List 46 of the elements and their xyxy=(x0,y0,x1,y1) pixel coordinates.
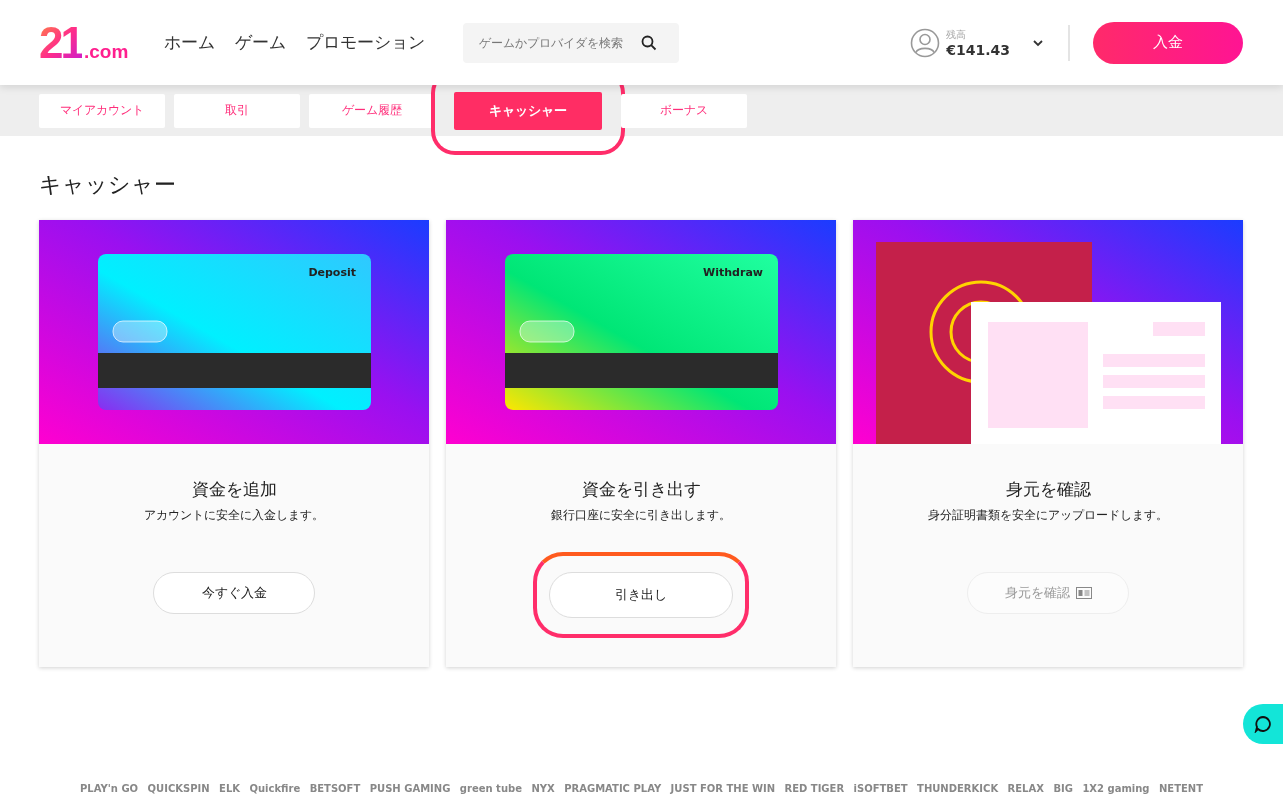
provider-logo[interactable]: BETSOFT xyxy=(309,783,361,794)
user-icon[interactable] xyxy=(910,27,941,58)
provider-logo[interactable]: NETENT xyxy=(1158,783,1203,794)
tab[interactable]: キャッシャー xyxy=(454,91,602,130)
tab[interactable]: ボーナス xyxy=(621,93,747,128)
page-title: キャッシャー xyxy=(39,171,177,199)
card-label: Deposit xyxy=(308,266,356,279)
card-description: 身分証明書類を安全にアップロードします。 xyxy=(928,507,1168,524)
card-title: 資金を追加 xyxy=(191,478,277,501)
tab[interactable]: 取引 xyxy=(174,93,300,128)
site-logo[interactable]: 21.com xyxy=(39,17,129,68)
provider-logo[interactable]: 1X2 gaming xyxy=(1082,783,1150,794)
provider-logo[interactable]: NYX xyxy=(531,783,555,794)
card-label: Withdraw xyxy=(703,266,763,279)
provider-logo[interactable]: RED TIGER xyxy=(784,783,845,794)
provider-logo[interactable]: Quickfire xyxy=(249,783,301,794)
balance-label: 残高 xyxy=(946,27,968,42)
balance-amount: €141.43 xyxy=(946,41,1010,58)
provider-logo[interactable]: PUSH GAMING xyxy=(369,783,451,794)
nav-link[interactable]: プロモーション xyxy=(306,31,426,54)
search-icon[interactable] xyxy=(641,34,658,51)
chevron-down-icon[interactable] xyxy=(1032,38,1044,47)
provider-logo[interactable]: QUICKSPIN xyxy=(147,783,210,794)
provider-logo[interactable]: THUNDERKICK xyxy=(917,783,999,794)
provider-logo[interactable]: BIG xyxy=(1053,783,1073,794)
provider-logo[interactable]: ELK xyxy=(219,783,240,794)
provider-logo[interactable]: green tube xyxy=(459,783,522,794)
provider-logo[interactable]: PRAGMATIC PLAY xyxy=(564,783,662,794)
nav-link[interactable]: ゲーム xyxy=(235,31,287,54)
action-button[interactable]: 今すぐ入金 xyxy=(153,572,315,614)
provider-logo[interactable]: PLAY'n GO xyxy=(80,783,139,794)
search-field[interactable]: ゲームかプロバイダを検索 xyxy=(463,22,680,63)
card-description: 銀行口座に安全に引き出します。 xyxy=(551,507,731,524)
id-card-icon xyxy=(1075,587,1092,599)
provider-logo[interactable]: JUST FOR THE WIN xyxy=(670,783,776,794)
provider-logo[interactable]: RELAX xyxy=(1007,783,1044,794)
card-description: アカウントに安全に入金します。 xyxy=(144,507,324,524)
action-button[interactable]: 引き出し xyxy=(549,572,733,618)
chat-button[interactable] xyxy=(1243,704,1283,744)
provider-logo[interactable]: iSOFTBET xyxy=(853,783,908,794)
tab[interactable]: マイアカウント xyxy=(39,93,165,128)
deposit-button[interactable]: 入金 xyxy=(1093,21,1243,64)
nav-link[interactable]: ホーム xyxy=(164,31,216,54)
card-title: 資金を引き出す xyxy=(581,478,701,501)
card-title: 身元を確認 xyxy=(1005,478,1091,501)
chat-icon xyxy=(1254,715,1272,733)
